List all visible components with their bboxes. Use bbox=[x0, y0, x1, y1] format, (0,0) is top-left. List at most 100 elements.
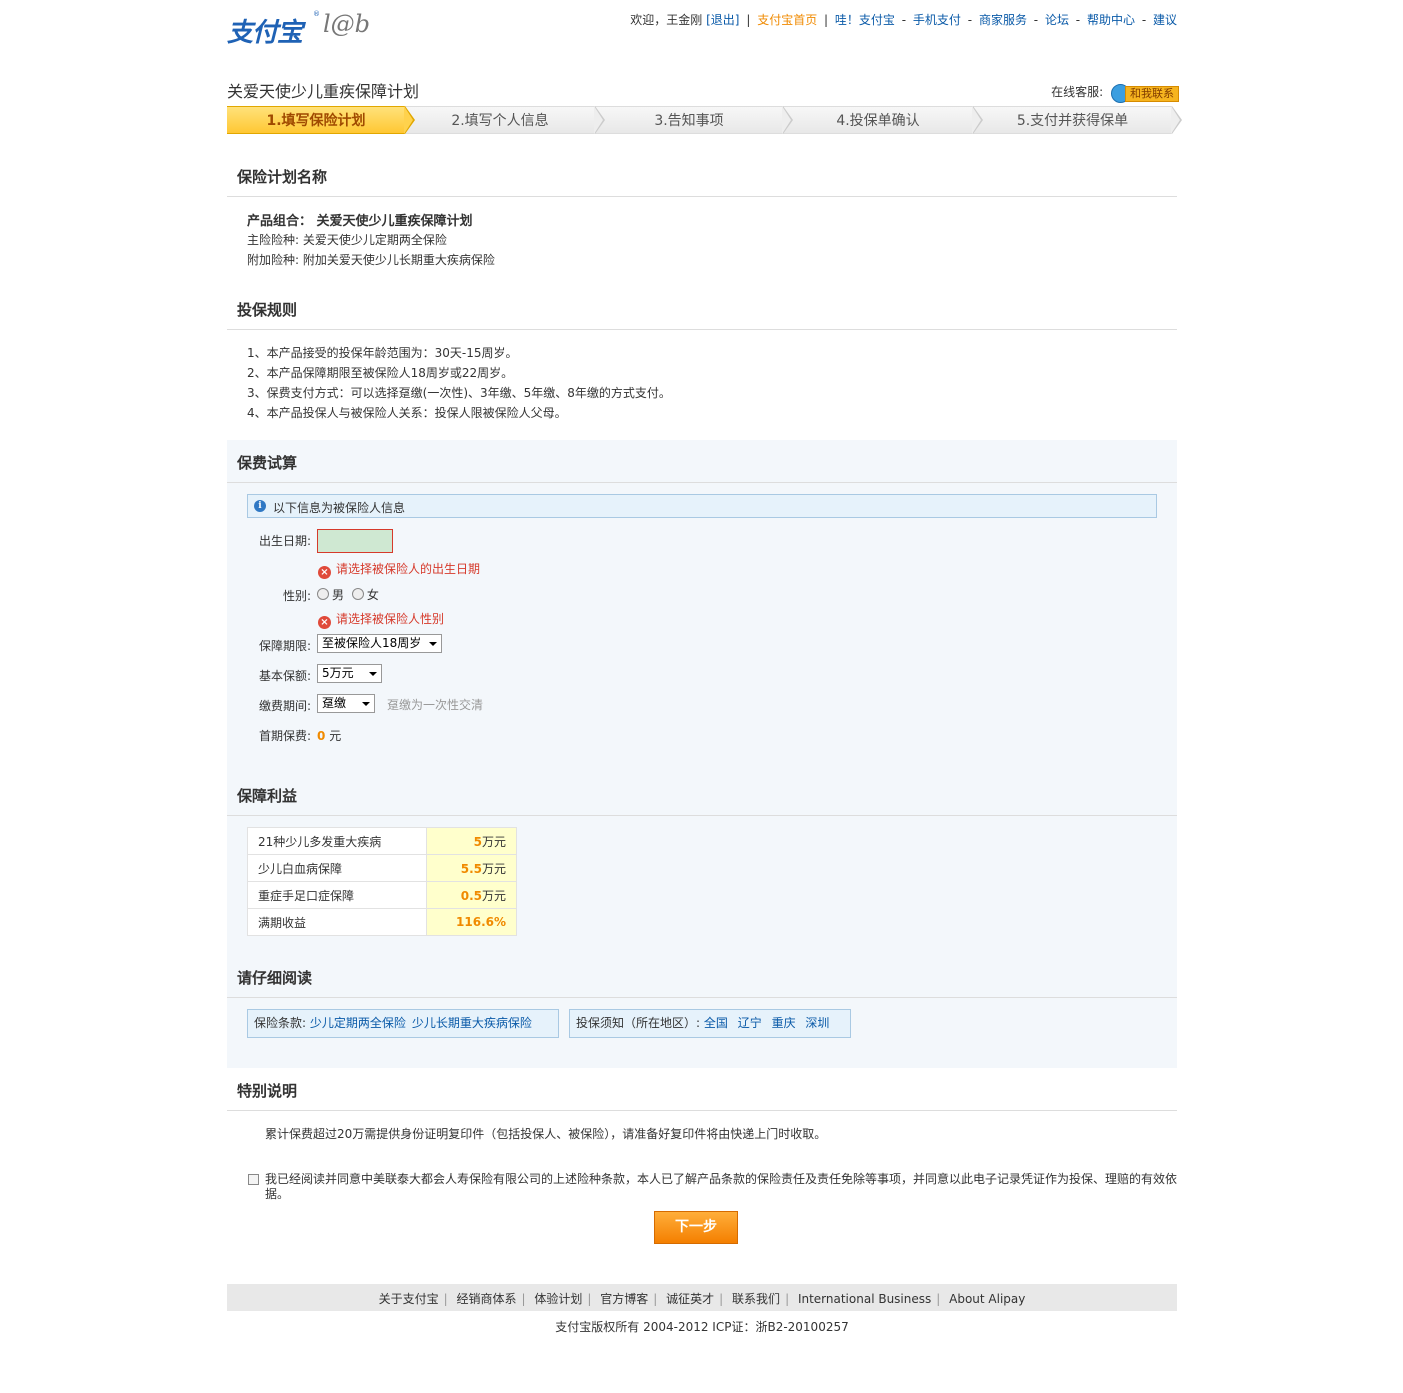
insured-info-bar: i 以下信息为被保险人信息 bbox=[247, 494, 1157, 518]
logo-lab: l@b bbox=[323, 10, 371, 38]
notice-link-national[interactable]: 全国 bbox=[704, 1016, 728, 1030]
section-heading: 保障利益 bbox=[237, 787, 298, 805]
footer-link-blog[interactable]: 官方博客 bbox=[600, 1292, 648, 1306]
amount-value: 5万元 bbox=[322, 666, 354, 680]
footer-link-about-alipay[interactable]: About Alipay bbox=[949, 1292, 1025, 1306]
divider: | bbox=[746, 13, 751, 27]
gender-error: × 请选择被保险人性别 bbox=[318, 610, 444, 629]
step-label: 4.投保单确认 bbox=[836, 113, 920, 129]
nav-link-forum[interactable]: 论坛 bbox=[1045, 13, 1069, 27]
nav-link-wa-alipay[interactable]: 哇！支付宝 bbox=[835, 13, 895, 27]
step-1-active: 1.填写保险计划 bbox=[227, 106, 415, 134]
benefit-value: 5.5万元 bbox=[426, 854, 517, 882]
rider-insurance: 附加险种: 附加关爱天使少儿长期重大疾病保险 bbox=[247, 253, 495, 267]
benefit-value: 116.6% bbox=[426, 908, 517, 936]
step-label: 5.支付并获得保单 bbox=[1016, 113, 1129, 129]
section-heading: 特别说明 bbox=[237, 1082, 298, 1100]
chevron-down-icon bbox=[369, 672, 377, 676]
table-row: 21种少儿多发重大疾病 5万元 bbox=[247, 827, 517, 855]
footer-link-contact[interactable]: 联系我们 bbox=[732, 1292, 780, 1306]
logout-link[interactable]: [退出] bbox=[706, 13, 739, 27]
section-rules: 投保规则 bbox=[227, 299, 1177, 330]
gender-options: 男 女 bbox=[317, 586, 379, 603]
footer-link-international[interactable]: International Business bbox=[798, 1292, 931, 1306]
step-5: 5.支付并获得保单 bbox=[973, 106, 1182, 134]
copyright: 支付宝版权所有 2004-2012 ICP证：浙B2-20100257 bbox=[555, 1320, 849, 1334]
male-label: 男 bbox=[332, 588, 345, 602]
step-arrow-icon bbox=[1171, 106, 1180, 134]
notice-link-chongqing[interactable]: 重庆 bbox=[772, 1016, 796, 1030]
nav-link-feedback[interactable]: 建议 bbox=[1153, 13, 1177, 27]
alipay-lab-logo[interactable]: 支付宝 ® l@b bbox=[227, 8, 397, 48]
next-step-button[interactable]: 下一步 bbox=[654, 1211, 738, 1244]
pay-period-select[interactable]: 趸缴 bbox=[317, 694, 375, 713]
divider: | bbox=[443, 1292, 448, 1306]
gender-label: 性别: bbox=[282, 589, 311, 603]
female-radio[interactable] bbox=[351, 588, 364, 600]
notice-link-liaoning[interactable]: 辽宁 bbox=[738, 1016, 762, 1030]
chevron-down-icon bbox=[362, 702, 370, 706]
error-text: 请选择被保险人的出生日期 bbox=[336, 562, 481, 576]
nav-link-merchant[interactable]: 商家服务 bbox=[979, 13, 1027, 27]
benefit-num: 5.5 bbox=[460, 861, 482, 876]
benefit-name: 重症手足口症保障 bbox=[247, 881, 427, 909]
divider: - bbox=[901, 13, 907, 27]
error-icon: × bbox=[318, 616, 331, 629]
table-row: 少儿白血病保障 5.5万元 bbox=[247, 854, 517, 882]
page-title: 关爱天使少儿重疾保障计划 bbox=[227, 82, 420, 101]
term-select[interactable]: 至被保险人18周岁 bbox=[317, 634, 442, 653]
progress-steps: 1.填写保险计划 2.填写个人信息 3.告知事项 4.投保单确认 5.支付并获得… bbox=[227, 106, 1182, 134]
welcome-text: 欢迎，王金刚 bbox=[630, 13, 703, 27]
agree-checkbox[interactable] bbox=[248, 1174, 259, 1185]
online-service: 在线客服: 和我联系 bbox=[1051, 83, 1179, 103]
rule-item: 1、本产品接受的投保年龄范围为：30天-15周岁。 bbox=[247, 346, 518, 360]
step-label: 3.告知事项 bbox=[654, 113, 724, 129]
birth-error: × 请选择被保险人的出生日期 bbox=[318, 560, 480, 579]
benefit-unit: 万元 bbox=[481, 861, 506, 876]
benefit-name: 满期收益 bbox=[247, 908, 427, 936]
clause-link-critical-illness[interactable]: 少儿长期重大疾病保险 bbox=[412, 1016, 532, 1030]
divider: | bbox=[824, 13, 829, 27]
divider: - bbox=[1033, 13, 1039, 27]
contact-me-button[interactable]: 和我联系 bbox=[1111, 83, 1179, 103]
nav-link-help[interactable]: 帮助中心 bbox=[1087, 13, 1135, 27]
divider: | bbox=[653, 1292, 658, 1306]
benefit-unit: 万元 bbox=[481, 888, 506, 903]
error-icon: × bbox=[318, 566, 331, 579]
footer-link-experience[interactable]: 体验计划 bbox=[534, 1292, 582, 1306]
divider: | bbox=[936, 1292, 941, 1306]
section-benefits: 保障利益 bbox=[227, 785, 1177, 816]
pay-period-label: 缴费期间: bbox=[258, 699, 311, 713]
step-arrow-icon bbox=[404, 106, 413, 134]
amount-select[interactable]: 5万元 bbox=[317, 664, 382, 683]
benefit-unit: 万元 bbox=[481, 834, 506, 849]
rule-item: 3、保费支付方式：可以选择趸缴(一次性)、3年缴、5年缴、8年缴的方式支付。 bbox=[247, 386, 671, 400]
top-nav: 欢迎，王金刚 [退出] | 支付宝首页 | 哇！支付宝 - 手机支付 - 商家服… bbox=[630, 11, 1177, 28]
step-4: 4.投保单确认 bbox=[783, 106, 983, 134]
section-heading: 请仔细阅读 bbox=[237, 969, 313, 987]
section-heading: 投保规则 bbox=[237, 301, 298, 319]
special-text: 累计保费超过20万需提供身份证明复印件（包括投保人、被保险），请准备好复印件将由… bbox=[265, 1127, 827, 1141]
pay-period-hint: 趸缴为一次性交清 bbox=[387, 698, 484, 712]
nav-link-mobile-pay[interactable]: 手机支付 bbox=[913, 13, 961, 27]
service-label: 在线客服: bbox=[1051, 85, 1104, 99]
footer-link-dealer[interactable]: 经销商体系 bbox=[456, 1292, 516, 1306]
birth-label: 出生日期: bbox=[258, 534, 311, 548]
male-radio[interactable] bbox=[317, 588, 329, 600]
product-combo: 产品组合： 关爱天使少儿重疾保障计划 bbox=[247, 214, 473, 229]
clause-link-term-life[interactable]: 少儿定期两全保险 bbox=[310, 1016, 406, 1030]
footer-link-about[interactable]: 关于支付宝 bbox=[379, 1292, 439, 1306]
step-label: 2.填写个人信息 bbox=[451, 113, 549, 129]
notice-link-shenzhen[interactable]: 深圳 bbox=[805, 1016, 829, 1030]
step-arrow-icon bbox=[972, 106, 981, 134]
section-premium-calc: 保费试算 bbox=[227, 452, 1177, 483]
home-link[interactable]: 支付宝首页 bbox=[757, 13, 817, 27]
notice-label: 投保须知（所在地区）: bbox=[576, 1016, 701, 1030]
info-icon: i bbox=[254, 500, 266, 512]
footer-link-jobs[interactable]: 诚征英才 bbox=[666, 1292, 714, 1306]
divider: | bbox=[587, 1292, 592, 1306]
birth-date-input[interactable] bbox=[317, 529, 393, 553]
main-insurance: 主险险种: 关爱天使少儿定期两全保险 bbox=[247, 233, 447, 247]
step-3: 3.告知事项 bbox=[595, 106, 793, 134]
step-2: 2.填写个人信息 bbox=[405, 106, 605, 134]
